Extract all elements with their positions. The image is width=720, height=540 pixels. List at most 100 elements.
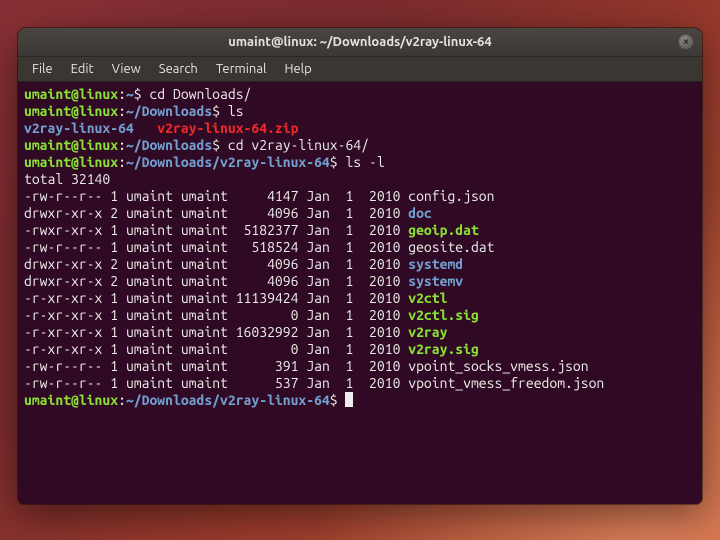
file-owner: umaint: [126, 375, 173, 391]
cmd-cd-v2ray: cd v2ray-linux-64/: [220, 137, 369, 153]
file-group: umaint: [181, 307, 228, 323]
file-year: 2010: [361, 205, 400, 221]
file-year: 2010: [361, 256, 400, 272]
file-links: 1: [110, 341, 118, 357]
terminal-body[interactable]: umaint@linux:~$ cd Downloads/ umaint@lin…: [18, 82, 702, 504]
file-month: Jan: [306, 375, 330, 391]
file-group: umaint: [181, 273, 228, 289]
file-group: umaint: [181, 239, 228, 255]
file-links: 1: [110, 239, 118, 255]
prompt-user: umaint@linux: [24, 86, 118, 102]
file-owner: umaint: [126, 324, 173, 340]
file-links: 1: [110, 307, 118, 323]
file-group: umaint: [181, 358, 228, 374]
desktop-background: umaint@linux: ~/Downloads/v2ray-linux-64…: [0, 0, 720, 540]
file-owner: umaint: [126, 290, 173, 306]
file-day: 1: [338, 375, 354, 391]
file-month: Jan: [306, 290, 330, 306]
prompt-path: ~/Downloads/v2ray-linux-64: [126, 154, 330, 170]
file-group: umaint: [181, 188, 228, 204]
file-month: Jan: [306, 222, 330, 238]
file-owner: umaint: [126, 188, 173, 204]
file-links: 1: [110, 375, 118, 391]
ls-entry-dir: v2ray-linux-64: [24, 120, 134, 136]
file-year: 2010: [361, 341, 400, 357]
file-year: 2010: [361, 222, 400, 238]
file-group: umaint: [181, 222, 228, 238]
menu-terminal[interactable]: Terminal: [208, 60, 275, 78]
file-size: 0: [236, 307, 299, 323]
menu-help[interactable]: Help: [276, 60, 319, 78]
file-month: Jan: [306, 307, 330, 323]
cmd-ls: ls: [220, 103, 244, 119]
prompt-dollar: $: [330, 392, 338, 408]
file-owner: umaint: [126, 205, 173, 221]
file-owner: umaint: [126, 273, 173, 289]
file-name: config.json: [408, 188, 494, 204]
file-perm: drwxr-xr-x: [24, 273, 102, 289]
file-day: 1: [338, 358, 354, 374]
file-perm: -rw-r--r--: [24, 188, 102, 204]
file-year: 2010: [361, 324, 400, 340]
file-size: 11139424: [236, 290, 299, 306]
file-day: 1: [338, 341, 354, 357]
file-links: 1: [110, 324, 118, 340]
prompt-dollar: $: [134, 86, 142, 102]
file-month: Jan: [306, 324, 330, 340]
cmd-ls-l: ls -l: [338, 154, 385, 170]
menu-file[interactable]: File: [24, 60, 61, 78]
menubar: File Edit View Search Terminal Help: [18, 57, 702, 82]
file-owner: umaint: [126, 358, 173, 374]
file-month: Jan: [306, 188, 330, 204]
menu-search[interactable]: Search: [151, 60, 206, 78]
file-links: 1: [110, 290, 118, 306]
file-size: 518524: [236, 239, 299, 255]
file-owner: umaint: [126, 222, 173, 238]
file-size: 4096: [236, 256, 299, 272]
menu-edit[interactable]: Edit: [63, 60, 102, 78]
file-perm: -rw-r--r--: [24, 358, 102, 374]
file-day: 1: [338, 324, 354, 340]
file-day: 1: [338, 205, 354, 221]
file-group: umaint: [181, 256, 228, 272]
window-titlebar[interactable]: umaint@linux: ~/Downloads/v2ray-linux-64…: [18, 28, 702, 57]
file-year: 2010: [361, 273, 400, 289]
file-day: 1: [338, 273, 354, 289]
file-month: Jan: [306, 273, 330, 289]
file-owner: umaint: [126, 341, 173, 357]
file-size: 4147: [236, 188, 299, 204]
prompt-path: ~/Downloads/v2ray-linux-64: [126, 392, 330, 408]
file-month: Jan: [306, 205, 330, 221]
file-month: Jan: [306, 341, 330, 357]
prompt-sep: :: [118, 137, 126, 153]
prompt-path: ~: [126, 86, 134, 102]
file-size: 537: [236, 375, 299, 391]
file-group: umaint: [181, 290, 228, 306]
menu-view[interactable]: View: [104, 60, 149, 78]
total-line: total 32140: [24, 171, 110, 187]
window-title: umaint@linux: ~/Downloads/v2ray-linux-64: [228, 35, 491, 49]
file-day: 1: [338, 290, 354, 306]
file-name: systemd: [408, 256, 463, 272]
file-month: Jan: [306, 239, 330, 255]
file-name: vpoint_socks_vmess.json: [408, 358, 588, 374]
file-day: 1: [338, 188, 354, 204]
file-group: umaint: [181, 341, 228, 357]
file-month: Jan: [306, 256, 330, 272]
file-links: 1: [110, 358, 118, 374]
prompt-path: ~/Downloads: [126, 137, 212, 153]
cursor-icon: [345, 392, 353, 407]
prompt-user: umaint@linux: [24, 392, 118, 408]
file-name: vpoint_vmess_freedom.json: [408, 375, 604, 391]
file-year: 2010: [361, 375, 400, 391]
prompt-dollar: $: [330, 154, 338, 170]
file-name: v2ray.sig: [408, 341, 479, 357]
ls-gap: [134, 120, 158, 136]
file-name: v2ray: [408, 324, 447, 340]
file-perm: drwxr-xr-x: [24, 256, 102, 272]
file-year: 2010: [361, 239, 400, 255]
terminal-window: umaint@linux: ~/Downloads/v2ray-linux-64…: [18, 28, 702, 504]
close-icon[interactable]: ×: [678, 34, 694, 50]
prompt-sep: :: [118, 86, 126, 102]
file-day: 1: [338, 307, 354, 323]
